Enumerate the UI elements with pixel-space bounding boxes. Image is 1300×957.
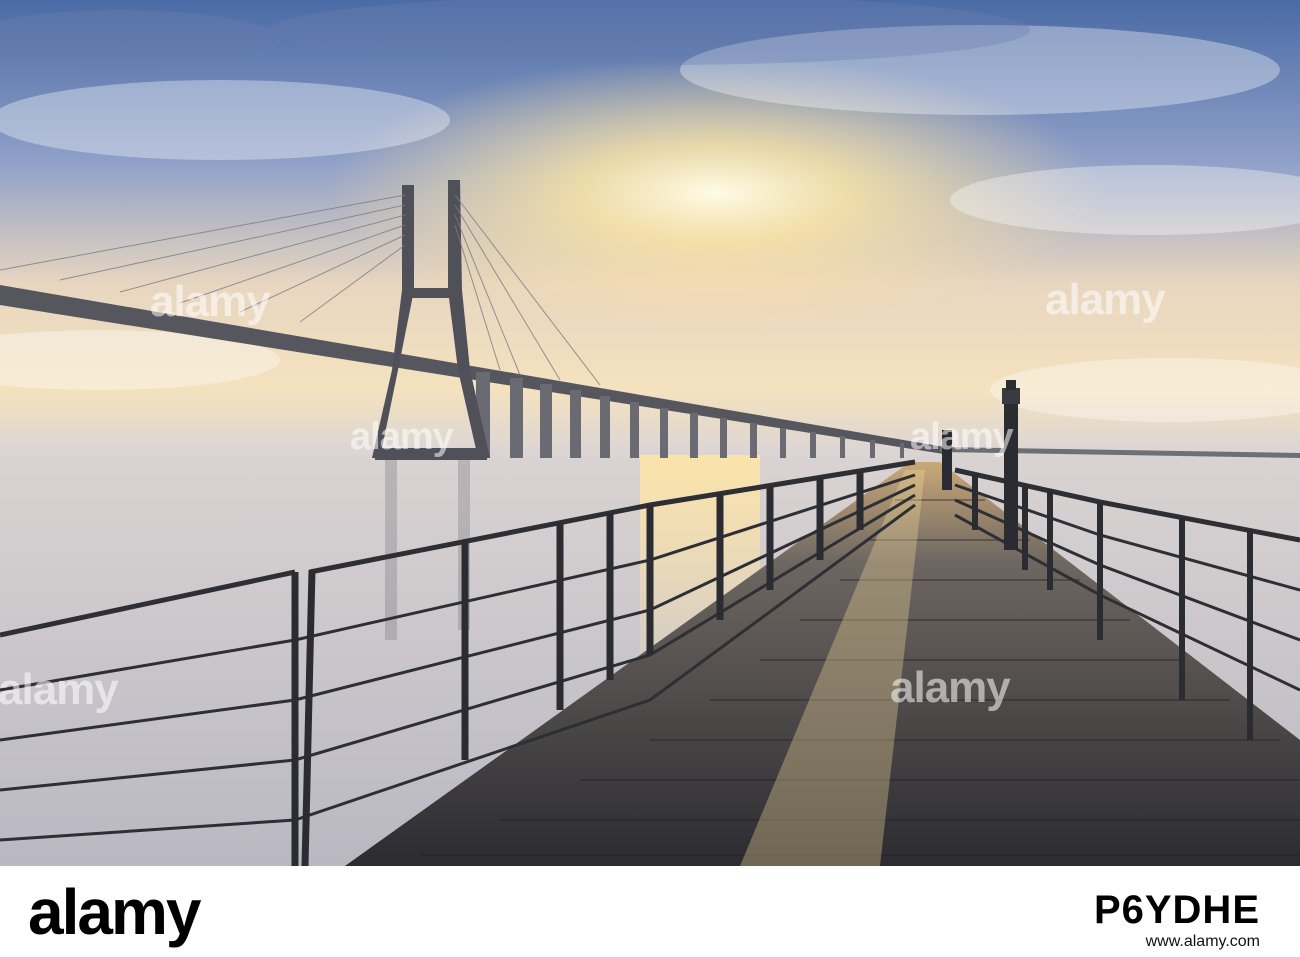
watermark-top-left: alamy xyxy=(150,277,271,326)
watermark-center-left: alamy xyxy=(350,416,454,458)
site-url-label: www.alamy.com xyxy=(1145,933,1260,950)
watermark-middle-left: alamy xyxy=(0,665,119,714)
image-id-label: P6YDHE xyxy=(1093,888,1260,932)
stock-footer-bar: alamy P6YDHE www.alamy.com xyxy=(0,866,1300,957)
alamy-logo: alamy xyxy=(28,876,201,948)
bridge-pier-scene xyxy=(0,0,1300,866)
stock-photo: alamy alamy alamy alamy alamy alamy xyxy=(0,0,1300,866)
watermark-center-right: alamy xyxy=(890,663,1011,712)
watermark-mid-right: alamy xyxy=(910,416,1014,458)
watermark-top-right: alamy xyxy=(1045,275,1166,324)
